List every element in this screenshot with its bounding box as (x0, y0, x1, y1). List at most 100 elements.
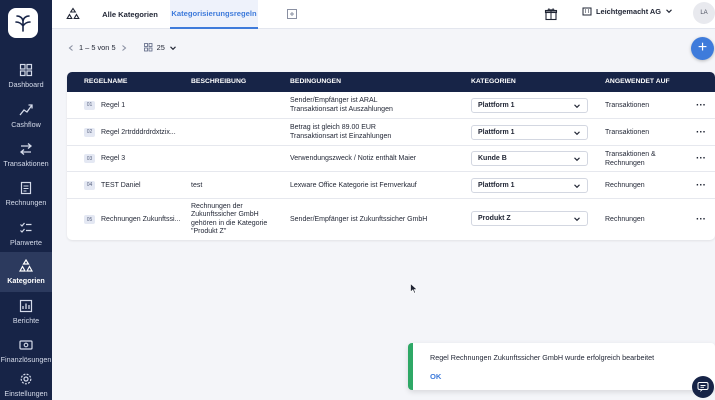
more-options-icon[interactable]: ··· (696, 172, 706, 198)
category-dropdown[interactable]: Plattform 1 (471, 98, 588, 113)
sidebar-item-label: Berichte (12, 315, 40, 325)
more-options-icon[interactable]: ··· (696, 146, 706, 171)
header-conditions: BEDINGUNGEN (290, 78, 341, 85)
sidebar-item-planwerte[interactable]: Planwerte (0, 214, 52, 253)
chevron-down-icon (574, 103, 580, 108)
sidebar-item-transactions[interactable]: Transaktionen (0, 135, 52, 174)
chevron-right-icon[interactable] (120, 44, 128, 52)
invoice-icon (20, 181, 32, 194)
toast-ok-button[interactable]: OK (430, 372, 441, 381)
sidebar-item-reports[interactable]: Berichte (0, 292, 52, 331)
page-size-select[interactable]: 25 (157, 43, 165, 52)
reports-icon (19, 299, 33, 312)
sidebar-item-label: Cashflow (11, 119, 41, 129)
more-options-icon[interactable]: ··· (696, 199, 706, 240)
chevron-down-icon (574, 183, 580, 188)
gear-icon (20, 373, 32, 384)
sidebar-item-label: Dashboard (8, 79, 44, 89)
chevron-left-icon[interactable] (67, 44, 75, 52)
categories-tree-icon[interactable] (66, 7, 80, 21)
sidebar: Dashboard Cashflow Transaktionen Rechnun… (0, 0, 52, 400)
dashboard-icon (19, 63, 33, 76)
chat-button[interactable] (692, 376, 714, 398)
table-row[interactable]: 04 TEST Daniel test Lexware Office Katego… (67, 172, 715, 199)
header-categories: KATEGORIEN (471, 78, 516, 85)
header-description: BESCHREIBUNG (191, 78, 247, 85)
category-dropdown[interactable]: Plattform 1 (471, 125, 588, 140)
applied-to: Rechnungen (605, 159, 645, 167)
company-name: Leichtgemacht AG (596, 6, 662, 16)
more-options-icon[interactable]: ··· (696, 119, 706, 145)
sidebar-item-categories[interactable]: Kategorien (0, 252, 52, 292)
sidebar-item-dashboard[interactable]: Dashboard (0, 56, 52, 95)
transactions-icon (19, 142, 33, 155)
row-number: 01 (84, 100, 95, 110)
table-row[interactable]: 01 Regel 1 Sender/Empfänger ist ARAL Tran… (67, 92, 715, 119)
condition-line: Transaktionsart ist Auszahlungen (290, 106, 393, 113)
category-value: Plattform 1 (478, 129, 515, 136)
mouse-cursor-icon (410, 283, 418, 294)
category-dropdown[interactable]: Plattform 1 (471, 178, 588, 193)
rule-name: Regel 3 (101, 155, 126, 162)
plan-icon (20, 222, 32, 233)
table-row[interactable]: 05 Rechnungen Zukunftssi... Rechnungen de… (67, 199, 715, 240)
sidebar-item-finance[interactable]: Finanzlösungen (0, 331, 52, 370)
category-value: Kunde B (478, 155, 507, 162)
category-dropdown[interactable]: Kunde B (471, 151, 588, 166)
applied-to: Rechnungen (605, 181, 645, 189)
table-row[interactable]: 02 Regel 2rtrdddrdrdxtzix... Betrag ist g… (67, 119, 715, 146)
rule-name: Regel 2rtrdddrdrdxtzix... (101, 128, 176, 136)
table-row[interactable]: 03 Regel 3 Verwendungszweck / Notiz enthä… (67, 146, 715, 172)
sidebar-item-label: Transaktionen (3, 158, 49, 168)
category-value: Plattform 1 (478, 102, 515, 109)
add-rule-button[interactable]: + (691, 37, 714, 60)
building-icon (582, 7, 592, 16)
gift-icon[interactable] (544, 7, 558, 21)
applied-to: Transaktionen & (605, 150, 656, 158)
chevron-down-icon[interactable] (169, 44, 177, 52)
sidebar-item-label: Einstellungen (4, 388, 48, 398)
chevron-down-icon (574, 130, 580, 135)
sidebar-item-settings[interactable]: Einstellungen (0, 369, 52, 400)
row-number: 02 (84, 127, 95, 137)
pagination: 1 – 5 von 5 25 (67, 43, 177, 52)
applied-to: Transaktionen (605, 128, 650, 136)
sidebar-item-cashflow[interactable]: Cashflow (0, 96, 52, 135)
company-switcher[interactable]: Leichtgemacht AG (582, 0, 673, 22)
chevron-down-icon (666, 9, 672, 14)
sidebar-item-label: Finanzlösungen (0, 354, 52, 364)
header-name: REGELNAME (84, 78, 128, 85)
condition-line: Verwendungszweck / Notiz enthält Maier (290, 155, 417, 162)
categories-icon (19, 259, 33, 272)
chevron-down-icon (574, 216, 580, 221)
tab-all-categories[interactable]: Alle Kategorien (92, 0, 168, 29)
rule-description: test (191, 181, 203, 189)
top-bar: Alle Kategorien Kategorisierungsregeln L… (52, 0, 715, 29)
table-header: REGELNAME BESCHREIBUNG BEDINGUNGEN KATEG… (67, 72, 715, 92)
rule-name: Rechnungen Zukunftssi... (101, 216, 181, 223)
rule-name: TEST Daniel (101, 181, 141, 189)
tab-categorization-rules[interactable]: Kategorisierungsregeln (170, 0, 258, 29)
grid-icon (143, 43, 152, 52)
app-logo[interactable] (8, 8, 38, 38)
applied-to: Rechnungen (605, 216, 645, 223)
finance-icon (19, 339, 33, 350)
avatar[interactable]: LA (693, 2, 715, 24)
chat-icon (697, 382, 709, 392)
sidebar-item-label: Planwerte (10, 237, 42, 247)
category-value: Produkt Z (478, 215, 511, 222)
add-tab-icon[interactable] (285, 7, 299, 21)
success-toast: Regel Rechnungen Zukunftssicher GmbH wur… (408, 343, 715, 390)
condition-line: Betrag ist gleich 89.00 EUR (290, 124, 376, 131)
condition-line: Transaktionsart ist Einzahlungen (290, 133, 392, 140)
chevron-down-icon (574, 156, 580, 161)
rule-description: Rechnungen der Zukunftssicher GmbH gehör… (191, 202, 268, 236)
category-dropdown[interactable]: Produkt Z (471, 211, 588, 226)
sidebar-item-invoices[interactable]: Rechnungen (0, 174, 52, 213)
more-options-icon[interactable]: ··· (696, 92, 706, 118)
logo-icon (15, 15, 31, 32)
toast-message: Regel Rechnungen Zukunftssicher GmbH wur… (430, 353, 655, 362)
sidebar-item-label: Rechnungen (5, 197, 47, 207)
condition-line: Lexware Office Kategorie ist Fernverkauf (290, 181, 417, 189)
category-value: Plattform 1 (478, 182, 515, 189)
